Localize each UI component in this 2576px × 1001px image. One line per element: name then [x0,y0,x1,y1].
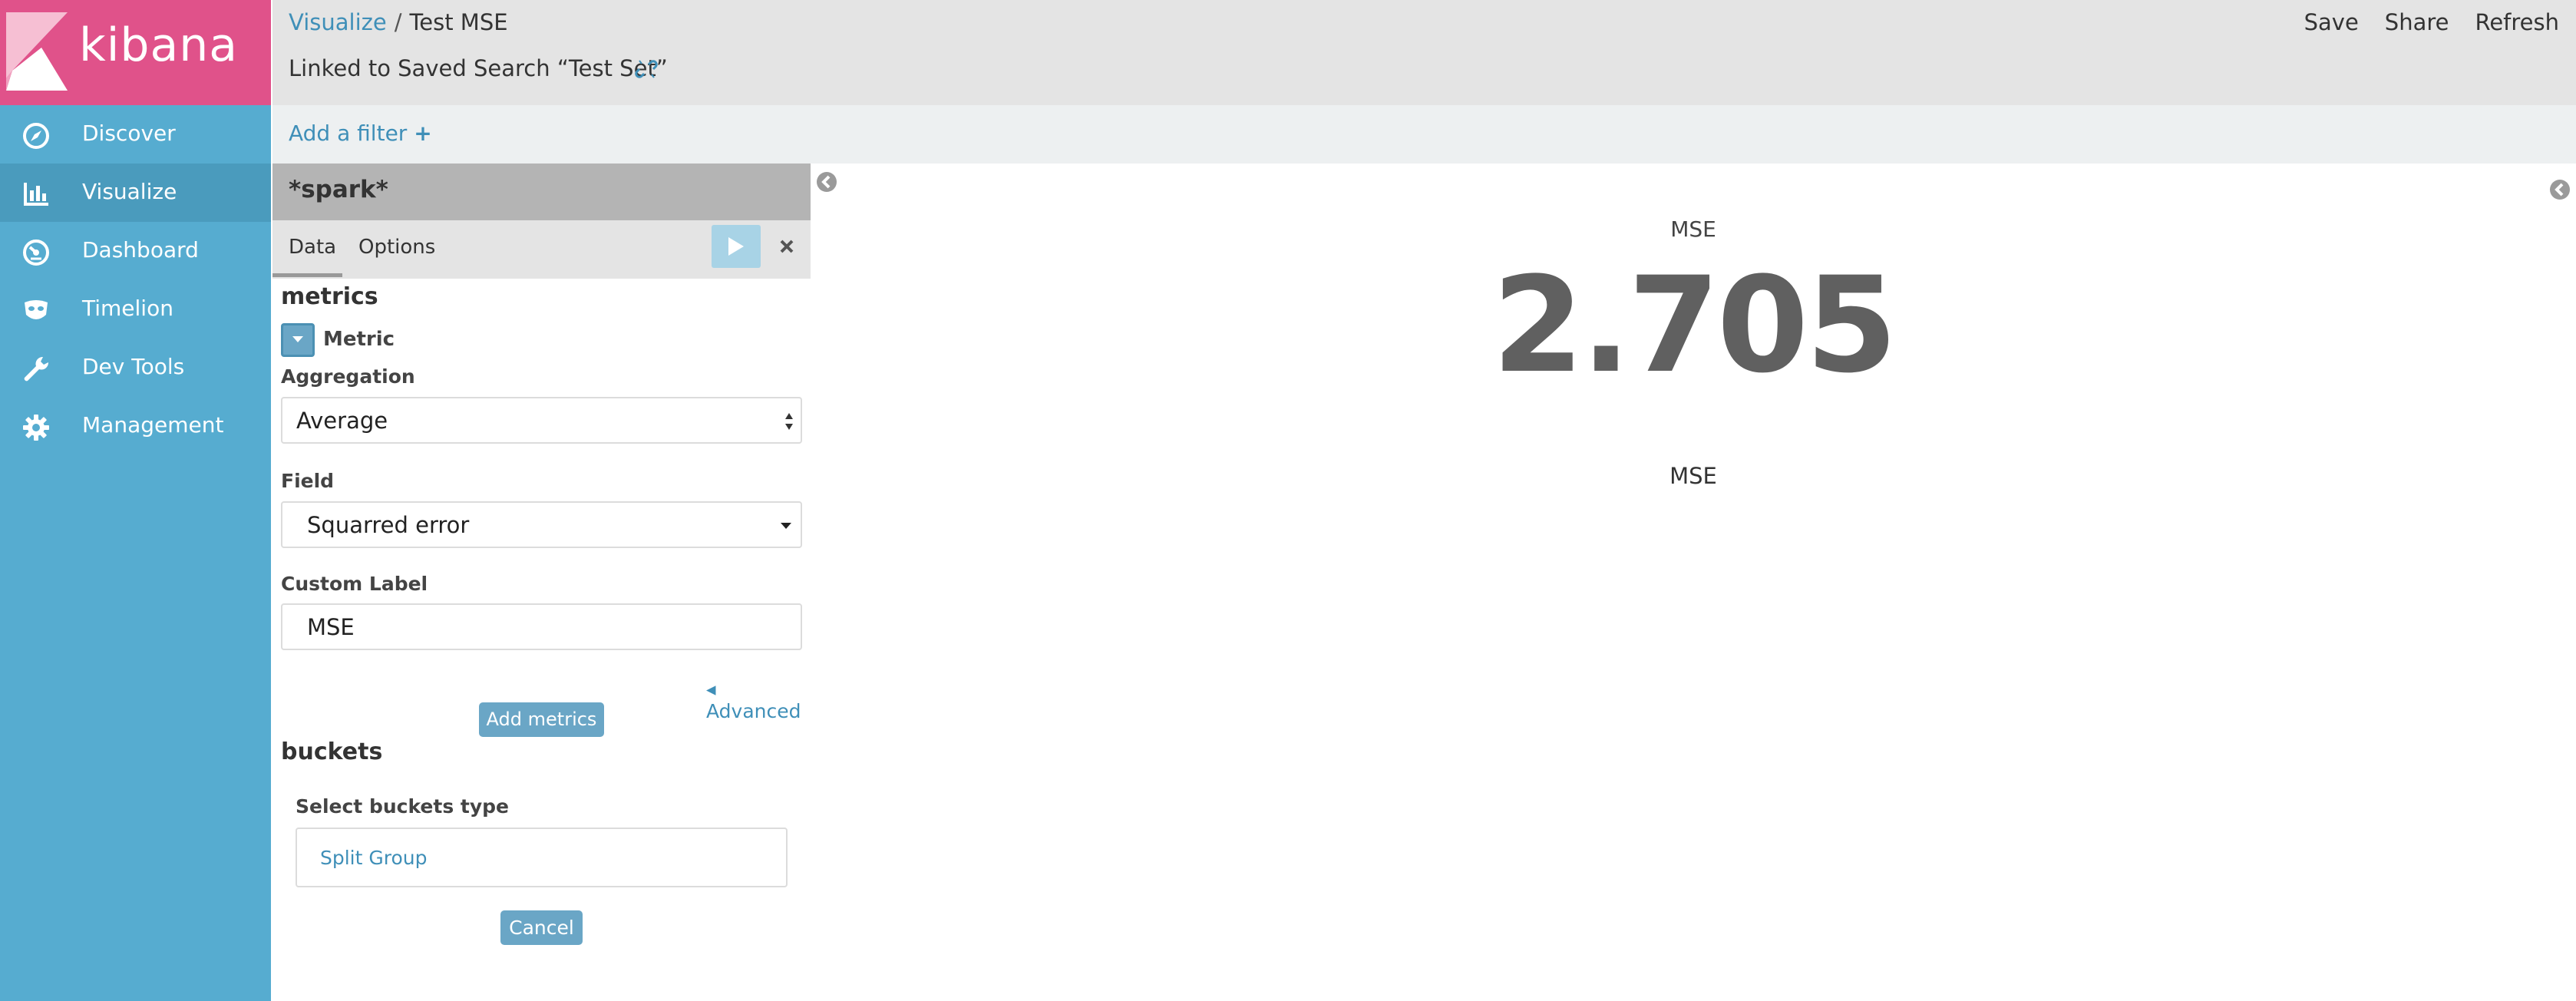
tab-options[interactable]: Options [358,236,435,259]
index-pattern-title: *spark* [289,176,388,203]
breadcrumb-current: Test MSE [409,9,508,35]
tab-data[interactable]: Data [289,236,336,259]
close-icon[interactable] [771,231,802,262]
sidebar-item-timelion[interactable]: Timelion [0,280,271,339]
breadcrumb-visualize-link[interactable]: Visualize [289,9,387,35]
active-tab-indicator [272,273,342,277]
select-buckets-type-label: Select buckets type [296,795,510,818]
metric-collapse-toggle[interactable] [281,323,315,357]
metric-value: 2.705 [1491,248,1897,402]
unlink-icon[interactable] [635,58,658,80]
sidebar-item-label: Management [82,412,224,438]
chevron-down-icon [292,336,303,342]
apply-changes-button[interactable] [712,225,761,268]
breadcrumb: Visualize / Test MSE [289,9,508,35]
sidebar-item-dashboard[interactable]: Dashboard [0,222,271,280]
add-filter-label: Add a filter [289,121,408,146]
chevron-down-icon [781,523,791,529]
add-filter-link[interactable]: Add a filter + [289,121,432,146]
sidebar-item-label: Dashboard [82,237,199,263]
metrics-section-title: metrics [281,283,378,310]
play-icon [728,237,744,256]
kibana-logo-icon [6,12,68,91]
metric-top-label: MSE [1670,216,1716,242]
kibana-wordmark: kibana [79,18,239,72]
bar-chart-icon [24,183,48,206]
metric-bottom-label: MSE [1669,463,1717,489]
sidebar-nav: kibana Discover Visualize Dashboard Time… [0,0,271,1001]
index-pattern-bar: *spark* [272,164,811,220]
sidebar-item-label: Visualize [82,179,177,204]
aggregation-select[interactable]: Average [281,397,802,444]
split-group-label: Split Group [320,847,428,869]
compass-icon [23,123,49,149]
advanced-link-label: Advanced [706,700,801,722]
wrench-icon [24,356,49,382]
custom-label-input[interactable] [281,603,802,650]
sidebar-item-discover[interactable]: Discover [0,105,271,164]
sidebar-item-label: Dev Tools [82,354,185,379]
sidebar-item-visualize[interactable]: Visualize [0,164,271,222]
filter-bar: Add a filter + [272,105,2576,164]
top-header: Visualize / Test MSE Linked to Saved Searc… [272,0,2576,105]
plus-icon: + [414,121,432,146]
gear-icon [23,415,49,441]
metric-visualization: MSE 2.705 MSE [811,164,2576,1001]
caret-left-icon: ◂ [706,678,716,700]
vis-editor-sidebar: *spark* Data Options metrics Metric Aggr… [272,164,811,1001]
save-button[interactable]: Save [2304,9,2359,35]
metric-agg-title: Metric [323,328,395,351]
buckets-section-title: buckets [281,738,383,765]
breadcrumb-separator: / [394,9,402,35]
aggregation-label: Aggregation [281,365,415,388]
kibana-logo[interactable]: kibana [0,0,271,105]
add-metrics-button[interactable]: Add metrics [479,702,604,737]
aggregation-select-value: Average [296,408,388,434]
field-select[interactable]: Squarred error [281,501,802,548]
editor-tab-bar: Data Options [272,220,811,279]
header-actions: Save Share Refresh [2304,9,2559,35]
sidebar-item-label: Timelion [82,296,173,321]
refresh-button[interactable]: Refresh [2475,9,2559,35]
linked-saved-search-text: Linked to Saved Search “Test Set” [289,55,668,81]
sidebar-item-label: Discover [82,121,176,146]
sidebar-item-management[interactable]: Management [0,397,271,455]
dashboard-gauge-icon [23,240,49,266]
split-group-option[interactable]: Split Group [296,828,788,887]
custom-label-label: Custom Label [281,573,428,595]
field-select-value: Squarred error [307,512,470,538]
cancel-button[interactable]: Cancel [500,910,583,945]
advanced-toggle-link[interactable]: ◂ Advanced [706,678,811,722]
select-arrows-icon [785,413,793,430]
share-button[interactable]: Share [2385,9,2449,35]
field-label: Field [281,470,335,492]
timelion-mask-icon [25,300,48,319]
sidebar-item-dev-tools[interactable]: Dev Tools [0,339,271,397]
